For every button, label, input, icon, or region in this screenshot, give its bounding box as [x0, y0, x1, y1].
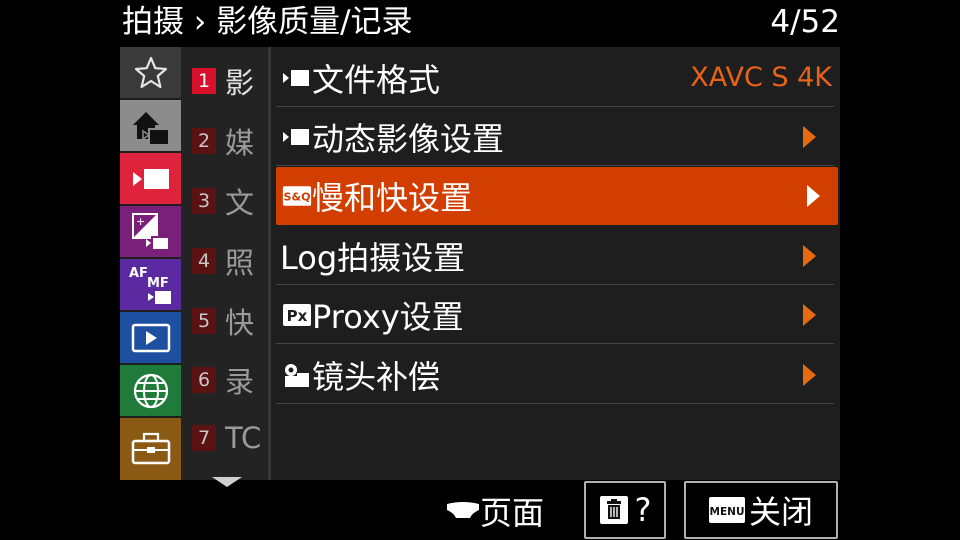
page-label: 页面 [480, 494, 545, 532]
category-tab-movie[interactable] [120, 153, 181, 204]
subpage-item-4[interactable]: 4 照 [192, 241, 254, 281]
subpage-number: 6 [192, 367, 216, 393]
svg-text:MF: MF [147, 276, 169, 291]
menu-item-movie-settings[interactable]: 动态影像设置 [276, 108, 834, 166]
category-tab-favorites[interactable] [120, 47, 181, 98]
exposure-color-icon: + [131, 212, 170, 251]
subpage-label: 照 [225, 246, 255, 280]
chevron-right-icon [803, 245, 816, 267]
subpage-list: 1 影 2 媒 3 文 4 照 5 快 6 录 7 TC [181, 47, 267, 480]
chevron-right-icon [803, 126, 816, 148]
subpage-number: 5 [192, 308, 216, 334]
svg-text:AF: AF [129, 266, 148, 281]
menu-key-icon: MENU [708, 497, 745, 523]
subpage-number: 4 [192, 248, 216, 274]
subpage-item-1[interactable]: 1 影 [192, 61, 254, 101]
subpage-number: 2 [192, 128, 216, 154]
subpage-label: 媒 [225, 126, 255, 160]
menu-item-log-settings[interactable]: Log拍摄设置 [276, 227, 834, 285]
divider [268, 47, 271, 480]
subpage-label: 快 [225, 306, 255, 340]
star-icon [134, 56, 167, 88]
subpage-item-6[interactable]: 6 录 [192, 360, 254, 400]
subpage-label: TC [225, 421, 262, 455]
svg-text:+: + [136, 215, 145, 228]
subpage-item-5[interactable]: 5 快 [192, 301, 254, 341]
menu-item-label: 文件格式 [312, 60, 441, 99]
category-tab-camera-home[interactable] [120, 100, 181, 151]
delete-help-button[interactable]: ? [584, 481, 666, 539]
sq-icon-text: S&Q [284, 190, 311, 203]
proxy-icon: Px [283, 303, 311, 326]
help-label: ? [634, 491, 652, 529]
menu-item-slow-quick-settings[interactable]: S&Q 慢和快设置 [276, 167, 838, 225]
menu-item-label: 慢和快设置 [312, 179, 473, 217]
control-wheel-icon [447, 502, 479, 518]
category-tabs: + AF MF [120, 47, 181, 480]
subpage-number: 3 [192, 188, 216, 214]
menu-item-label: 镜头补偿 [312, 357, 441, 396]
subpage-item-7[interactable]: 7 TC [192, 418, 261, 458]
subpage-number: 1 [192, 68, 216, 94]
header: 拍摄 › 影像质量/记录 4/52 [0, 0, 960, 46]
footer-bar: 页面 ? MENU 关闭 [0, 480, 960, 540]
trash-icon [599, 496, 628, 524]
menu-key-text: MENU [710, 506, 745, 518]
menu-item-label: Log拍摄设置 [280, 238, 466, 277]
movie-icon [283, 128, 309, 145]
close-label: 关闭 [748, 493, 813, 531]
lens-icon [285, 363, 309, 387]
subpage-label: 录 [225, 365, 255, 399]
breadcrumb: 拍摄 › 影像质量/记录 [122, 4, 413, 40]
proxy-icon-text: Px [287, 307, 308, 325]
movie-icon [283, 69, 309, 86]
chevron-right-icon [807, 185, 820, 207]
chevron-right-icon [803, 364, 816, 386]
category-tab-af-mf[interactable]: AF MF [120, 259, 181, 310]
playback-icon [131, 323, 170, 352]
menu-item-label: Proxy设置 [312, 297, 464, 336]
menu-item-label: 动态影像设置 [312, 119, 505, 158]
subpage-item-2[interactable]: 2 媒 [192, 121, 254, 161]
subpage-number: 7 [192, 425, 216, 451]
toolbox-icon [131, 432, 170, 465]
subpage-label: 影 [225, 66, 255, 100]
menu-item-file-format[interactable]: 文件格式 XAVC S 4K [276, 49, 834, 107]
subpage-item-3[interactable]: 3 文 [192, 181, 254, 221]
subpage-label: 文 [225, 186, 255, 220]
page-button[interactable]: 页面 [446, 488, 544, 534]
chevron-right-icon [803, 304, 816, 326]
camera-home-icon [132, 111, 170, 146]
menu-frame: + AF MF 1 影 2 媒 3 文 4 照 5 快 6 录 7 TC 文件格… [120, 47, 840, 487]
category-tab-exposure-color[interactable]: + [120, 206, 181, 257]
movie-camera-icon [132, 168, 169, 189]
category-tab-playback[interactable] [120, 312, 181, 363]
settings-list: 文件格式 XAVC S 4K 动态影像设置 S&Q 慢和快设置 Log拍摄设置 … [272, 47, 840, 480]
category-tab-network[interactable] [120, 365, 181, 416]
category-tab-setup[interactable] [120, 418, 181, 480]
menu-item-proxy-settings[interactable]: Px Proxy设置 [276, 286, 834, 344]
menu-item-lens-compensation[interactable]: 镜头补偿 [276, 346, 834, 404]
close-button[interactable]: MENU 关闭 [684, 481, 838, 539]
sq-icon: S&Q [282, 186, 312, 206]
globe-network-icon [133, 373, 168, 408]
af-mf-icon: AF MF [129, 266, 171, 304]
menu-item-value: XAVC S 4K [690, 62, 832, 93]
page-indicator: 4/52 [770, 4, 840, 40]
